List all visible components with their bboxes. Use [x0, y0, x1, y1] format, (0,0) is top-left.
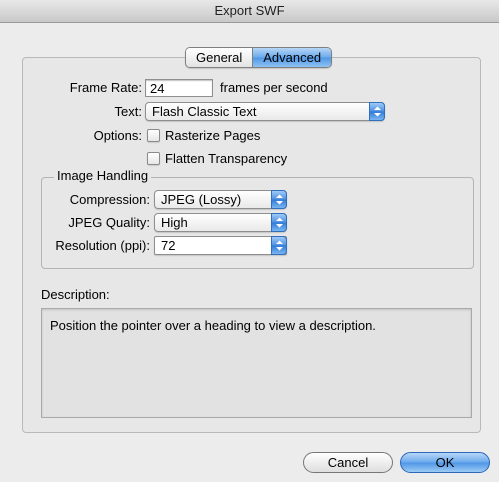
export-swf-dialog: Export SWF General Advanced Frame Rate: …	[0, 0, 499, 482]
text-popup-value: Flash Classic Text	[152, 104, 257, 119]
window-title: Export SWF	[0, 0, 499, 23]
description-text: Position the pointer over a heading to v…	[50, 318, 376, 333]
tab-advanced[interactable]: Advanced	[253, 48, 332, 67]
frame-rate-input[interactable]: 24	[145, 79, 213, 97]
compression-popup[interactable]: JPEG (Lossy)	[154, 190, 287, 209]
options-label: Options:	[93, 128, 142, 143]
compression-popup-value: JPEG (Lossy)	[161, 192, 242, 207]
rasterize-pages-label: Rasterize Pages	[165, 128, 261, 143]
resolution-combo[interactable]: 72	[154, 236, 287, 255]
cancel-button[interactable]: Cancel	[303, 452, 393, 473]
up-down-arrows-icon	[271, 190, 287, 209]
rasterize-pages-checkbox[interactable]	[147, 129, 160, 142]
up-down-arrows-icon	[369, 102, 385, 121]
jpeg-quality-popup[interactable]: High	[154, 213, 287, 232]
tab-bar: General Advanced	[185, 47, 333, 68]
ok-button[interactable]: OK	[400, 452, 490, 473]
image-handling-title: Image Handling	[54, 168, 152, 183]
flatten-transparency-checkbox[interactable]	[147, 152, 160, 165]
jpeg-quality-label: JPEG Quality:	[68, 215, 150, 230]
description-label: Description:	[41, 287, 110, 302]
up-down-arrows-icon	[271, 213, 287, 232]
up-down-arrows-icon	[271, 236, 287, 255]
resolution-label: Resolution (ppi):	[55, 238, 150, 253]
text-label: Text:	[114, 104, 142, 119]
text-popup[interactable]: Flash Classic Text	[145, 102, 385, 121]
tab-general[interactable]: General	[186, 48, 254, 67]
frame-rate-label: Frame Rate:	[69, 80, 142, 95]
resolution-combo-value: 72	[161, 238, 176, 253]
compression-label: Compression:	[69, 192, 150, 207]
frame-rate-unit: frames per second	[220, 80, 328, 95]
flatten-transparency-label: Flatten Transparency	[165, 151, 288, 166]
jpeg-quality-popup-value: High	[161, 215, 188, 230]
